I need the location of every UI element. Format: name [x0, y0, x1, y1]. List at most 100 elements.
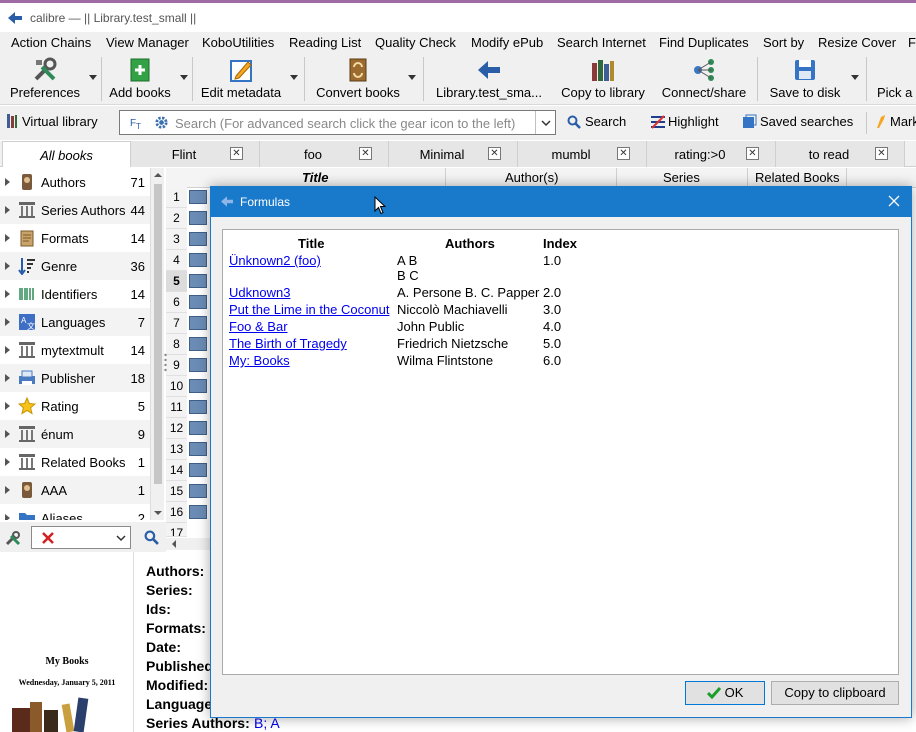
column-related-books-header[interactable]: Related Books: [755, 170, 840, 185]
virtual-library-button[interactable]: Virtual library: [22, 114, 98, 129]
library-button[interactable]: Library.test_sma...: [430, 53, 548, 105]
search-template-icon[interactable]: FT: [130, 115, 144, 129]
menu-view-manager[interactable]: View Manager: [106, 35, 189, 50]
book-title-link[interactable]: Udknown3: [229, 285, 290, 300]
book-cover-preview[interactable]: My Books Wednesday, January 5, 2011: [0, 552, 134, 732]
column-authors-header[interactable]: Author(s): [505, 170, 558, 185]
column-series-header[interactable]: Series: [663, 170, 700, 185]
row-number[interactable]: 9: [166, 355, 187, 376]
book-title-link[interactable]: My: Books: [229, 353, 290, 368]
add-books-button[interactable]: Add books: [104, 53, 176, 105]
row-number[interactable]: 5: [166, 271, 187, 292]
expand-arrow-icon[interactable]: [5, 290, 10, 298]
close-icon[interactable]: [887, 194, 901, 208]
expand-arrow-icon[interactable]: [5, 430, 10, 438]
add-books-dropdown-icon[interactable]: [180, 75, 188, 80]
menu-modify-epub[interactable]: Modify ePub: [471, 35, 543, 50]
row-number[interactable]: 7: [166, 313, 187, 334]
search-input[interactable]: FT Search (For advanced search click the…: [119, 110, 556, 135]
splitter-handle[interactable]: [163, 352, 168, 374]
expand-arrow-icon[interactable]: [5, 178, 10, 186]
expand-arrow-icon[interactable]: [5, 346, 10, 354]
convert-books-dropdown-icon[interactable]: [408, 75, 416, 80]
copy-to-clipboard-button[interactable]: Copy to clipboard: [771, 681, 899, 705]
tag-category-aaa[interactable]: AAA 1: [0, 476, 150, 504]
book-title-link[interactable]: Put the Lime in the Coconut: [229, 302, 389, 317]
tag-filter-input[interactable]: [31, 526, 131, 549]
row-number[interactable]: 10: [166, 376, 187, 397]
row-number[interactable]: 17: [166, 523, 187, 537]
tab-mumbl[interactable]: mumbl ✕: [518, 141, 647, 167]
menu-find-duplicates[interactable]: Find Duplicates: [659, 35, 749, 50]
edit-metadata-dropdown-icon[interactable]: [290, 75, 298, 80]
tag-browser-scrollbar[interactable]: [150, 168, 164, 520]
row-number[interactable]: 12: [166, 418, 187, 439]
tag-category-genre[interactable]: Genre 36: [0, 252, 150, 280]
row-number[interactable]: 11: [166, 397, 187, 418]
tag-category-identifiers[interactable]: Identifiers 14: [0, 280, 150, 308]
tag-category-authors[interactable]: Authors 71: [0, 168, 150, 196]
menu-overflow[interactable]: F: [908, 35, 916, 50]
save-to-disk-button[interactable]: Save to disk: [762, 53, 848, 105]
search-button[interactable]: Search: [585, 114, 626, 129]
tag-category-aliases[interactable]: Aliases 2: [0, 504, 150, 520]
expand-arrow-icon[interactable]: [5, 234, 10, 242]
menu-search-internet[interactable]: Search Internet: [557, 35, 646, 50]
expand-arrow-icon[interactable]: [5, 458, 10, 466]
book-list-hscrollbar[interactable]: [166, 538, 210, 550]
save-to-disk-dropdown-icon[interactable]: [851, 75, 859, 80]
clear-filter-icon[interactable]: [42, 532, 54, 544]
pick-button[interactable]: Pick a: [872, 53, 916, 105]
find-in-tags-icon[interactable]: [144, 530, 159, 545]
convert-books-button[interactable]: Convert books: [310, 53, 406, 105]
expand-arrow-icon[interactable]: [5, 206, 10, 214]
ok-button[interactable]: OK: [685, 681, 765, 705]
search-history-dropdown[interactable]: [535, 111, 555, 134]
menu-quality-check[interactable]: Quality Check: [375, 35, 456, 50]
row-number[interactable]: 16: [166, 502, 187, 523]
book-title-link[interactable]: The Birth of Tragedy: [229, 336, 347, 351]
column-title-header[interactable]: Title: [302, 170, 329, 185]
dialog-title-bar[interactable]: Formulas: [211, 187, 911, 217]
book-title-link[interactable]: Foo & Bar: [229, 319, 288, 334]
row-number[interactable]: 15: [166, 481, 187, 502]
edit-metadata-button[interactable]: Edit metadata: [196, 53, 286, 105]
preferences-dropdown-icon[interactable]: [89, 75, 97, 80]
tab-to-read[interactable]: to read ✕: [776, 141, 905, 167]
expand-arrow-icon[interactable]: [5, 318, 10, 326]
row-number[interactable]: 3: [166, 229, 187, 250]
tab-minimal[interactable]: Minimal ✕: [389, 141, 518, 167]
copy-to-library-button[interactable]: Copy to library: [556, 53, 650, 105]
tag-category-series-authors[interactable]: Series Authors 44: [0, 196, 150, 224]
close-icon[interactable]: ✕: [359, 147, 372, 160]
expand-arrow-icon[interactable]: [5, 514, 10, 520]
tab-foo[interactable]: foo ✕: [260, 141, 389, 167]
tag-category-enum[interactable]: énum 9: [0, 420, 150, 448]
menu-reading-list[interactable]: Reading List: [289, 35, 361, 50]
row-number[interactable]: 6: [166, 292, 187, 313]
tag-category-related-books[interactable]: Related Books 1: [0, 448, 150, 476]
saved-searches-button[interactable]: Saved searches: [760, 114, 853, 129]
close-icon[interactable]: ✕: [746, 147, 759, 160]
close-icon[interactable]: ✕: [230, 147, 243, 160]
menu-sort-by[interactable]: Sort by: [763, 35, 804, 50]
close-icon[interactable]: ✕: [488, 147, 501, 160]
highlight-toggle[interactable]: Highlight: [668, 114, 719, 129]
row-number[interactable]: 14: [166, 460, 187, 481]
connect-share-button[interactable]: Connect/share: [656, 53, 752, 105]
row-number[interactable]: 13: [166, 439, 187, 460]
expand-arrow-icon[interactable]: [5, 402, 10, 410]
close-icon[interactable]: ✕: [875, 147, 888, 160]
configure-tools-icon[interactable]: [5, 530, 21, 546]
menu-koboutilities[interactable]: KoboUtilities: [202, 35, 274, 50]
close-icon[interactable]: ✕: [617, 147, 630, 160]
row-number[interactable]: 1: [166, 187, 187, 208]
tab-flint[interactable]: Flint ✕: [131, 141, 260, 167]
gear-icon[interactable]: [154, 115, 169, 130]
row-number[interactable]: 8: [166, 334, 187, 355]
tag-category-mytextmult[interactable]: mytextmult 14: [0, 336, 150, 364]
tab-all-books[interactable]: All books: [2, 141, 131, 167]
preferences-button[interactable]: Preferences: [4, 53, 86, 105]
tag-category-formats[interactable]: Formats 14: [0, 224, 150, 252]
expand-arrow-icon[interactable]: [5, 262, 10, 270]
